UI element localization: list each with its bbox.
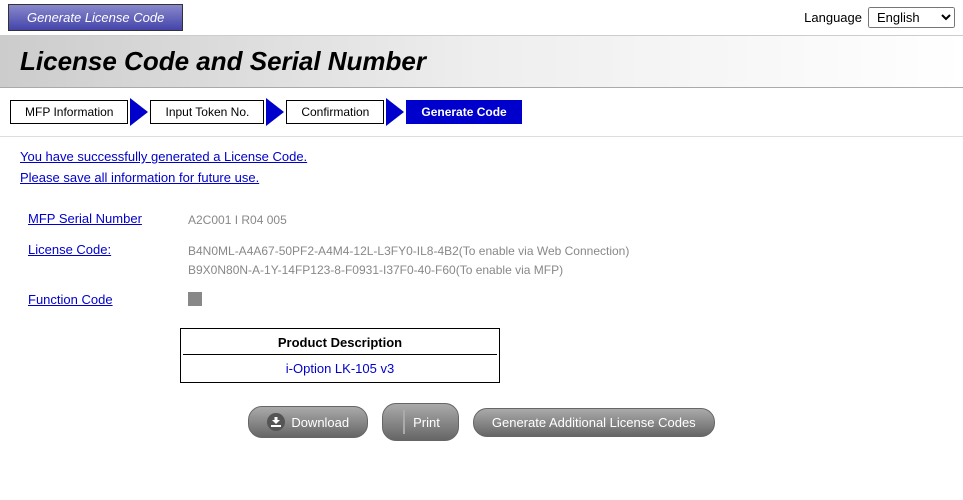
info-table: MFP Serial Number A2C001 I R04 005 Licen… [20, 205, 943, 319]
license-code-row: License Code: B4N0ML-A4A67-50PF2-A4M4-12… [20, 236, 943, 286]
success-line2: Please save all information for future u… [20, 168, 943, 189]
generate-additional-button[interactable]: Generate Additional License Codes [473, 408, 715, 437]
serial-number-row: MFP Serial Number A2C001 I R04 005 [20, 205, 943, 236]
arrow-icon-1 [130, 98, 148, 126]
arrow-icon-2 [266, 98, 284, 126]
function-code-row: Function Code [20, 286, 943, 318]
function-code-label[interactable]: Function Code [20, 286, 180, 318]
product-description-table: Product Description i-Option LK-105 v3 [180, 328, 500, 383]
generate-additional-label: Generate Additional License Codes [492, 415, 696, 430]
step-generate-code: Generate Code [406, 100, 521, 124]
serial-number-value: A2C001 I R04 005 [180, 205, 943, 236]
success-message[interactable]: You have successfully generated a Licens… [20, 147, 943, 189]
title-banner: License Code and Serial Number [0, 36, 963, 88]
generate-license-button[interactable]: Generate License Code [8, 4, 183, 31]
page-title: License Code and Serial Number [20, 46, 943, 77]
download-icon [267, 413, 285, 431]
main-content: You have successfully generated a Licens… [0, 137, 963, 471]
success-line1: You have successfully generated a Licens… [20, 147, 943, 168]
step-mfp-information: MFP Information [10, 100, 128, 124]
license-code-value: B4N0ML-A4A67-50PF2-A4M4-12L-L3FY0-IL8-4B… [180, 236, 943, 286]
product-description-value: i-Option LK-105 v3 [183, 357, 497, 380]
function-code-icon [188, 292, 202, 306]
language-select[interactable]: English Japanese French German Spanish [868, 7, 955, 28]
print-divider-icon [403, 410, 405, 434]
top-bar: Generate License Code Language English J… [0, 0, 963, 36]
print-button[interactable]: Print [382, 403, 459, 441]
download-label: Download [291, 415, 349, 430]
steps-bar: MFP Information Input Token No. Confirma… [0, 88, 963, 137]
license-code-label[interactable]: License Code: [20, 236, 180, 286]
function-code-value [180, 286, 943, 318]
step-confirmation: Confirmation [286, 100, 384, 124]
product-description-header: Product Description [183, 331, 497, 355]
print-label: Print [413, 415, 440, 430]
button-bar: Download Print Generate Additional Licen… [20, 403, 943, 461]
license-code-line2: B9X0N80N-A-1Y-14FP123-8-F0931-I37F0-40-F… [188, 261, 935, 280]
step-input-token: Input Token No. [150, 100, 264, 124]
arrow-icon-3 [386, 98, 404, 126]
language-area: Language English Japanese French German … [804, 7, 955, 28]
download-button[interactable]: Download [248, 406, 368, 438]
license-code-line1: B4N0ML-A4A67-50PF2-A4M4-12L-L3FY0-IL8-4B… [188, 242, 935, 261]
serial-number-label[interactable]: MFP Serial Number [20, 205, 180, 236]
language-label: Language [804, 10, 862, 25]
